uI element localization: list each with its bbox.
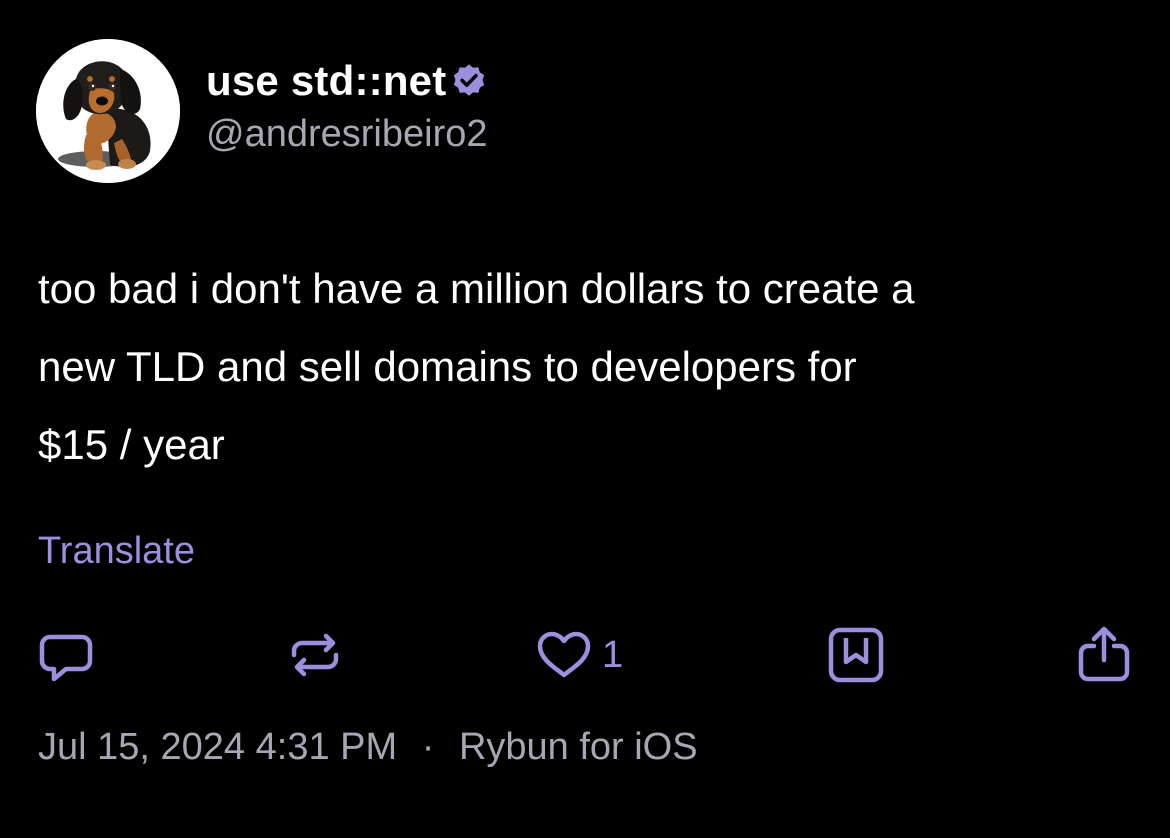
post-text-line: new TLD and sell domains to developers f… xyxy=(38,343,857,390)
share-icon xyxy=(1078,626,1130,682)
author-handle[interactable]: @andresribeiro2 xyxy=(206,109,488,159)
avatar[interactable] xyxy=(36,39,180,183)
post-text-line: $15 / year xyxy=(38,421,225,468)
like-count: 1 xyxy=(602,633,624,676)
reply-button[interactable] xyxy=(36,620,96,690)
chat-bubble-icon xyxy=(39,634,93,682)
action-bar: 1 xyxy=(0,620,1170,690)
display-name-row: use std::net xyxy=(206,55,488,107)
translate-link[interactable]: Translate xyxy=(38,526,195,576)
bookmark-button[interactable] xyxy=(826,620,886,690)
dachshund-puppy-avatar-icon xyxy=(36,39,180,183)
share-button[interactable] xyxy=(1074,620,1134,690)
post-date: Jul 15, 2024 xyxy=(38,726,246,768)
post-client[interactable]: Rybun for iOS xyxy=(459,726,698,768)
repost-arrows-icon xyxy=(291,633,339,677)
meta-separator: · xyxy=(421,726,435,768)
display-name[interactable]: use std::net xyxy=(206,55,446,107)
post-time: 4:31 PM xyxy=(255,726,398,768)
post-text: too bad i don't have a million dollars t… xyxy=(38,250,1138,484)
post-text-line: too bad i don't have a million dollars t… xyxy=(38,265,915,312)
author-names: use std::net @andresribeiro2 xyxy=(206,55,488,159)
verified-badge-icon xyxy=(450,62,488,100)
repost-button[interactable] xyxy=(284,620,346,690)
bookmark-icon xyxy=(828,627,884,683)
post-header: use std::net @andresribeiro2 xyxy=(36,38,488,184)
post-metadata: Jul 15, 2024 4:31 PM · Rybun for iOS xyxy=(38,722,698,772)
heart-icon xyxy=(537,631,591,678)
like-button[interactable]: 1 xyxy=(534,620,623,690)
